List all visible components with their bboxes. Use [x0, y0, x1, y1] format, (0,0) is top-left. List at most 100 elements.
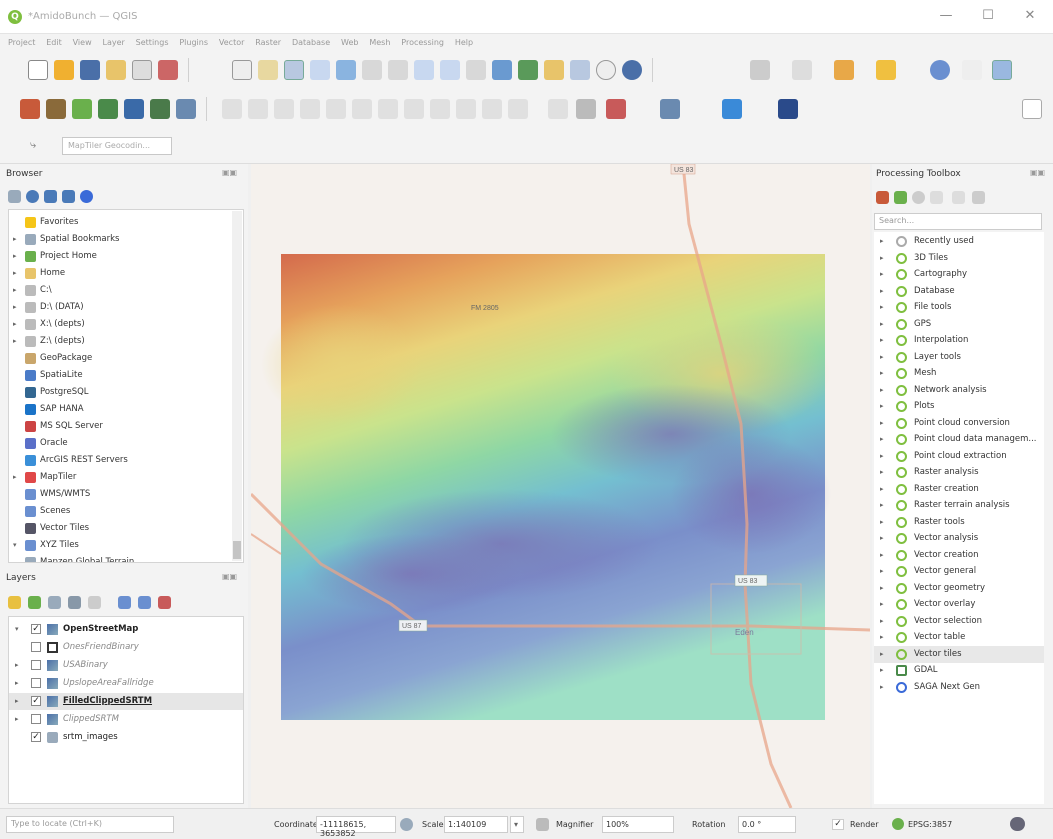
- expand-arrow-icon[interactable]: ▸: [880, 299, 884, 316]
- deselect-icon[interactable]: [876, 60, 896, 80]
- zoom-layer-icon[interactable]: [388, 60, 408, 80]
- toolbox-provider-item[interactable]: ▸ Vector general: [874, 563, 1044, 580]
- locate-icon[interactable]: ⤷: [30, 138, 46, 154]
- menu-processing[interactable]: Processing: [401, 34, 444, 51]
- coordinate-field[interactable]: -11118615, 3653852: [316, 816, 396, 838]
- expand-arrow-icon[interactable]: ▸: [880, 233, 884, 250]
- browser-item[interactable]: ▸ Z:\ (depts): [9, 333, 229, 350]
- browser-item[interactable]: MS SQL Server: [9, 418, 229, 435]
- toolbox-provider-item[interactable]: ▸ Vector table: [874, 629, 1044, 646]
- temporal-controller-icon[interactable]: [596, 60, 616, 80]
- layer-row[interactable]: ▸ ClippedSRTM: [9, 711, 243, 728]
- browser-item[interactable]: Oracle: [9, 435, 229, 452]
- menu-view[interactable]: View: [73, 34, 92, 51]
- remove-layer-icon[interactable]: [158, 596, 171, 609]
- layer-visibility-checkbox[interactable]: ✓: [31, 624, 41, 634]
- cut-features-icon[interactable]: [404, 99, 424, 119]
- toolbox-provider-item[interactable]: ▸ Plots: [874, 398, 1044, 415]
- expand-arrow-icon[interactable]: ▸: [880, 646, 884, 663]
- browser-item[interactable]: ▸ MapTiler: [9, 469, 229, 486]
- toolbox-provider-item[interactable]: ▸ Raster terrain analysis: [874, 497, 1044, 514]
- close-button[interactable]: ✕: [1018, 8, 1042, 23]
- toolbox-provider-item[interactable]: ▸ Raster tools: [874, 514, 1044, 531]
- label-tool-icon[interactable]: [548, 99, 568, 119]
- expand-arrow-icon[interactable]: ▸: [880, 250, 884, 267]
- toolbox-options-icon[interactable]: [972, 191, 985, 204]
- toolbox-provider-item[interactable]: ▸ Point cloud data managem...: [874, 431, 1044, 448]
- add-postgis-layer-icon[interactable]: [124, 99, 144, 119]
- layer-visibility-checkbox[interactable]: [31, 714, 41, 724]
- change-label-icon[interactable]: [606, 99, 626, 119]
- layer-row[interactable]: OnesFriendBinary: [9, 639, 243, 656]
- messages-icon[interactable]: [1010, 817, 1025, 831]
- menu-edit[interactable]: Edit: [46, 34, 62, 51]
- scrollbar-thumb[interactable]: [233, 541, 241, 559]
- menu-web[interactable]: Web: [341, 34, 358, 51]
- add-vector-layer-icon[interactable]: [46, 99, 66, 119]
- history-icon[interactable]: [912, 191, 925, 204]
- toolbox-provider-item[interactable]: ▸ 3D Tiles: [874, 250, 1044, 267]
- expand-arrow-icon[interactable]: ▾: [15, 621, 19, 638]
- paste-features-icon[interactable]: [456, 99, 476, 119]
- settings-icon[interactable]: [992, 60, 1012, 80]
- edit-pencil-icon[interactable]: [222, 99, 242, 119]
- layout-manager-icon[interactable]: [132, 60, 152, 80]
- expand-arrow-icon[interactable]: ▸: [13, 231, 17, 248]
- expand-arrow-icon[interactable]: ▸: [15, 693, 19, 710]
- expand-arrow-icon[interactable]: ▸: [880, 514, 884, 531]
- layer-row[interactable]: ▸ USABinary: [9, 657, 243, 674]
- crosshair-icon[interactable]: [1022, 99, 1042, 119]
- zoom-native-icon[interactable]: [414, 60, 434, 80]
- toolbox-provider-item[interactable]: ▸ Recently used: [874, 233, 1044, 250]
- expand-arrow-icon[interactable]: ▸: [13, 316, 17, 333]
- annotation-icon[interactable]: [962, 60, 982, 80]
- expand-arrow-icon[interactable]: ▸: [880, 283, 884, 300]
- expand-arrow-icon[interactable]: ▸: [13, 248, 17, 265]
- browser-item[interactable]: GeoPackage: [9, 350, 229, 367]
- toolbox-provider-item[interactable]: ▸ Mesh: [874, 365, 1044, 382]
- expand-arrow-icon[interactable]: ▸: [880, 398, 884, 415]
- layer-row[interactable]: ✓ srtm_images: [9, 729, 243, 746]
- style-manager-icon[interactable]: [158, 60, 178, 80]
- expand-arrow-icon[interactable]: ▸: [880, 547, 884, 564]
- collapse-all-icon[interactable]: [62, 190, 75, 203]
- browser-item[interactable]: Mapzen Global Terrain: [9, 554, 229, 562]
- menu-plugins[interactable]: Plugins: [179, 34, 208, 51]
- undo-icon[interactable]: [482, 99, 502, 119]
- toolbox-provider-item[interactable]: ▸ SAGA Next Gen: [874, 679, 1044, 696]
- menu-project[interactable]: Project: [8, 34, 35, 51]
- expand-arrow-icon[interactable]: ▸: [880, 530, 884, 547]
- toolbox-provider-item[interactable]: ▸ Vector selection: [874, 613, 1044, 630]
- open-layer-styling-icon[interactable]: [8, 596, 21, 609]
- toolbox-provider-item[interactable]: ▸ Point cloud conversion: [874, 415, 1044, 432]
- browser-item[interactable]: ▸ X:\ (depts): [9, 316, 229, 333]
- browser-scrollbar[interactable]: [232, 211, 242, 561]
- browser-item[interactable]: ▸ D:\ (DATA): [9, 299, 229, 316]
- crs-globe-icon[interactable]: [892, 818, 904, 830]
- add-wms-icon[interactable]: [176, 99, 196, 119]
- zoom-out-icon[interactable]: [310, 60, 330, 80]
- expand-arrow-icon[interactable]: ▸: [880, 481, 884, 498]
- modify-attributes-icon[interactable]: [352, 99, 372, 119]
- lock-scale-icon[interactable]: [536, 818, 549, 831]
- measure-icon[interactable]: [930, 60, 950, 80]
- zoom-last-icon[interactable]: [440, 60, 460, 80]
- toolbox-provider-item[interactable]: ▸ GDAL: [874, 662, 1044, 679]
- filter-legend-icon[interactable]: [68, 596, 81, 609]
- menu-settings[interactable]: Settings: [136, 34, 169, 51]
- toolbox-provider-item[interactable]: ▸ Raster creation: [874, 481, 1044, 498]
- models-icon[interactable]: [876, 191, 889, 204]
- pin-labels-icon[interactable]: [576, 99, 596, 119]
- browser-item[interactable]: ▾ XYZ Tiles: [9, 537, 229, 554]
- redo-icon[interactable]: [508, 99, 528, 119]
- filter-by-expression-icon[interactable]: [88, 596, 101, 609]
- toolbox-search-input[interactable]: Search...: [874, 213, 1042, 230]
- help-book-icon[interactable]: [778, 99, 798, 119]
- copy-features-icon[interactable]: [430, 99, 450, 119]
- expand-arrow-icon[interactable]: ▸: [15, 675, 19, 692]
- expand-all-icon[interactable]: [118, 596, 131, 609]
- expand-arrow-icon[interactable]: ▸: [880, 415, 884, 432]
- expand-arrow-icon[interactable]: ▸: [13, 299, 17, 316]
- minimize-button[interactable]: —: [934, 8, 958, 23]
- scripts-icon[interactable]: [894, 191, 907, 204]
